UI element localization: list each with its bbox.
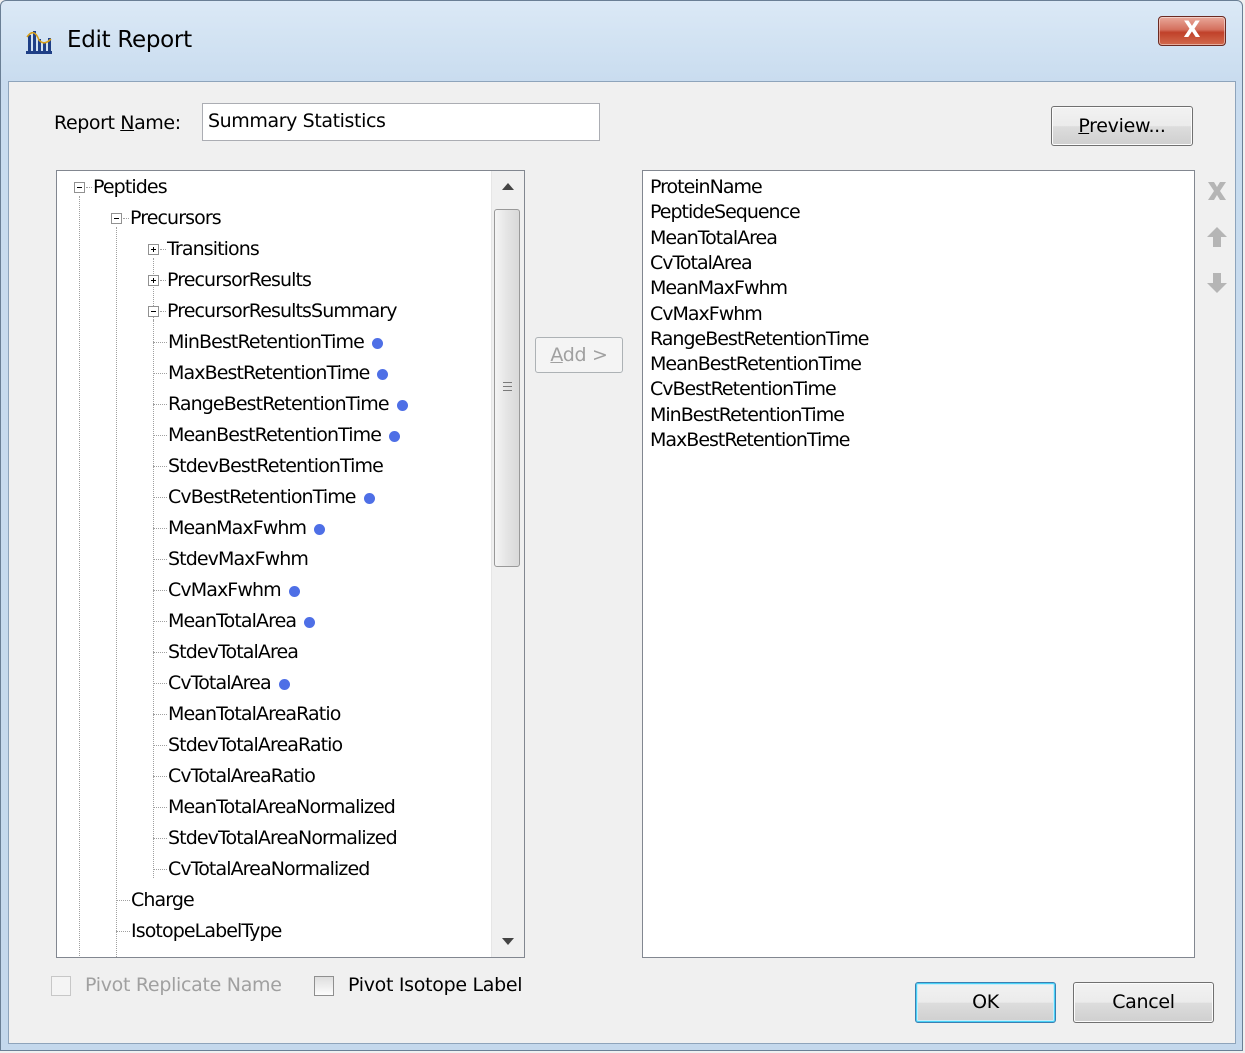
tree-node-label: CvBestRetentionTime <box>168 486 357 508</box>
move-up-arrow-icon[interactable] <box>1205 225 1229 249</box>
selected-field-dot-icon <box>314 524 325 535</box>
edit-report-window: Edit Report X Report Name: Summary Stati… <box>0 0 1243 1051</box>
list-item[interactable]: CvMaxFwhm <box>650 303 763 325</box>
selected-field-dot-icon <box>279 679 290 690</box>
list-item[interactable]: ProteinName <box>650 176 763 198</box>
list-item[interactable]: MeanTotalArea <box>650 227 778 249</box>
tree-node-label: MeanTotalArea <box>168 610 297 632</box>
list-item[interactable]: MeanBestRetentionTime <box>650 353 862 375</box>
pivot-isotope-label: Pivot Isotope Label <box>348 974 523 996</box>
tree-node-label: StdevMaxFwhm <box>168 548 309 570</box>
tree-node-label: Transitions <box>167 238 260 260</box>
add-button-label: Add > <box>550 344 608 366</box>
cancel-button[interactable]: Cancel <box>1073 982 1214 1023</box>
tree-node-label: Precursors <box>130 207 222 229</box>
tree-node-label: CvTotalAreaNormalized <box>168 858 370 880</box>
window-title: Edit Report <box>67 27 192 53</box>
selected-field-dot-icon <box>364 493 375 504</box>
scroll-up-arrow-icon[interactable] <box>502 183 514 190</box>
close-icon: X <box>1183 18 1201 43</box>
tree-node-label: CvTotalAreaRatio <box>168 765 316 787</box>
selected-field-dot-icon <box>289 586 300 597</box>
selected-field-dot-icon <box>372 338 383 349</box>
report-name-input[interactable]: Summary Statistics <box>202 103 600 141</box>
pivot-replicate-label: Pivot Replicate Name <box>85 974 282 996</box>
list-item[interactable]: CvTotalArea <box>650 252 753 274</box>
expand-plus-icon[interactable] <box>148 244 159 255</box>
skyline-chart-icon <box>26 31 52 54</box>
tree-node-label: RangeBestRetentionTime <box>168 393 390 415</box>
close-button[interactable]: X <box>1158 16 1226 46</box>
add-button[interactable]: Add > <box>535 337 623 373</box>
collapse-minus-icon[interactable] <box>74 182 85 193</box>
tree-node-label: MeanMaxFwhm <box>168 517 307 539</box>
expand-plus-icon[interactable] <box>148 275 159 286</box>
tree-node-label: Charge <box>131 889 195 911</box>
delete-x-icon[interactable] <box>1205 179 1229 203</box>
collapse-minus-icon[interactable] <box>148 306 159 317</box>
selected-field-dot-icon <box>389 431 400 442</box>
tree-node-label: CvMaxFwhm <box>168 579 282 601</box>
selected-field-dot-icon <box>397 400 408 411</box>
preview-button[interactable]: Preview... <box>1051 106 1193 146</box>
collapse-minus-icon[interactable] <box>111 213 122 224</box>
preview-button-label: Preview... <box>1078 115 1166 137</box>
title-bar[interactable]: Edit Report X <box>1 1 1242 81</box>
list-item[interactable]: CvBestRetentionTime <box>650 378 837 400</box>
tree-node-label: MeanTotalAreaNormalized <box>168 796 396 818</box>
tree-node-label: MeanBestRetentionTime <box>168 424 382 446</box>
ok-button[interactable]: OK <box>915 982 1056 1023</box>
tree-node-label: IsotopeLabelType <box>131 920 282 942</box>
list-item[interactable]: MaxBestRetentionTime <box>650 429 850 451</box>
tree-node-label: StdevBestRetentionTime <box>168 455 384 477</box>
tree-node-label: MaxBestRetentionTime <box>168 362 370 384</box>
scroll-down-arrow-icon[interactable] <box>502 938 514 945</box>
pivot-replicate-checkbox[interactable] <box>51 976 71 996</box>
tree-node-label: PrecursorResultsSummary <box>167 300 397 322</box>
pivot-isotope-checkbox[interactable] <box>314 976 334 996</box>
tree-node-label: CvTotalArea <box>168 672 272 694</box>
tree-node-label: StdevTotalArea <box>168 641 299 663</box>
tree-scrollbar[interactable] <box>491 171 524 957</box>
list-item[interactable]: PeptideSequence <box>650 201 801 223</box>
list-item[interactable]: MeanMaxFwhm <box>650 277 788 299</box>
selected-field-dot-icon <box>304 617 315 628</box>
list-item[interactable]: MinBestRetentionTime <box>650 404 845 426</box>
tree-node-label: MinBestRetentionTime <box>168 331 365 353</box>
tree-node-label: MeanTotalAreaRatio <box>168 703 341 725</box>
list-item[interactable]: RangeBestRetentionTime <box>650 328 869 350</box>
tree-node-label: Peptides <box>93 176 168 198</box>
move-down-arrow-icon[interactable] <box>1205 271 1229 295</box>
tree-node-label: StdevTotalAreaRatio <box>168 734 343 756</box>
selected-field-dot-icon <box>377 369 388 380</box>
report-columns-list[interactable]: ProteinName PeptideSequence MeanTotalArea C… <box>642 170 1195 958</box>
scrollbar-thumb[interactable] <box>494 209 520 567</box>
dialog-body: Report Name: Summary Statistics Preview.… <box>8 81 1236 1044</box>
tree-node-label: PrecursorResults <box>167 269 312 291</box>
field-tree[interactable]: Peptides Precursors Transitions PrecursorRe… <box>56 170 525 958</box>
report-name-label: Report Name: <box>54 112 181 134</box>
tree-node-label: StdevTotalAreaNormalized <box>168 827 398 849</box>
